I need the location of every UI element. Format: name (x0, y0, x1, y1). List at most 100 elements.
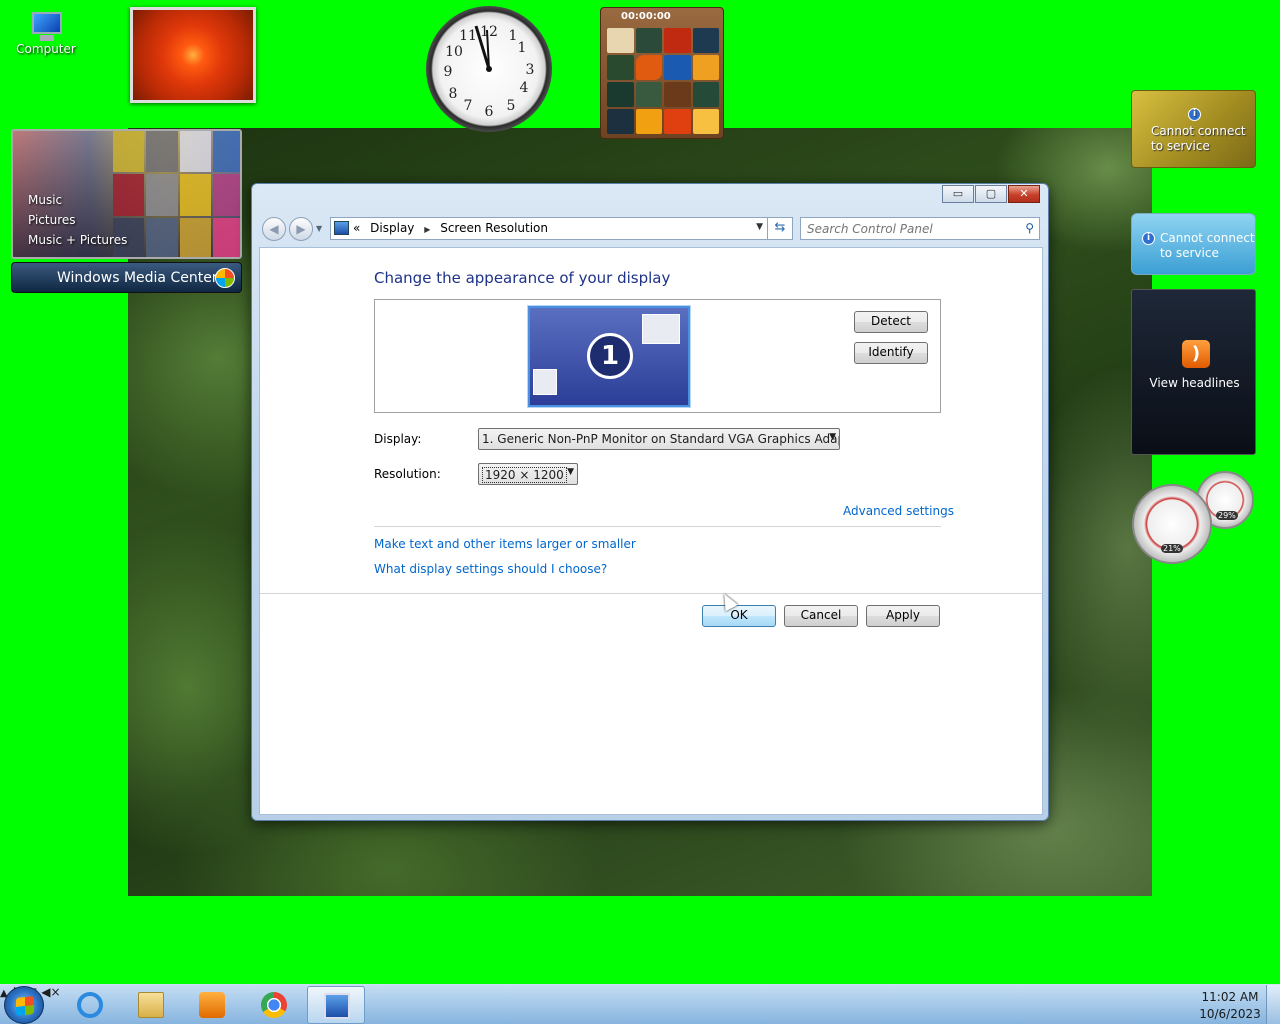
media-item-music[interactable]: Music (28, 193, 62, 207)
picture-puzzle-gadget[interactable]: 00:00:00 (600, 7, 724, 139)
windows-logo-icon (16, 996, 34, 1016)
detect-button[interactable]: Detect (854, 311, 928, 333)
tray-time: 11:02 AM (1201, 990, 1259, 1004)
close-button[interactable]: ✕ (1008, 185, 1040, 203)
clock-face-icon: 1213 456 789 1011 1 (444, 24, 535, 120)
monitor-arrangement-area: 1 Detect Identify (374, 299, 941, 413)
svg-text:8: 8 (449, 86, 458, 102)
svg-text:10: 10 (445, 44, 463, 60)
taskbar-media-player[interactable] (183, 986, 241, 1024)
windows-orb-icon (215, 268, 235, 288)
display-select-value: 1. Generic Non-PnP Monitor on Standard V… (482, 432, 840, 446)
control-panel-icon (334, 221, 349, 235)
breadcrumb-separator-icon[interactable]: ▶ (424, 225, 430, 234)
svg-text:12: 12 (480, 24, 498, 40)
currency-message-line2: to service (1160, 246, 1219, 260)
media-tiles (113, 131, 240, 257)
computer-desktop-icon[interactable]: Computer (10, 8, 82, 56)
feed-headlines-gadget[interactable]: ) View headlines (1131, 289, 1256, 455)
resolution-select-value: 1920 × 1200 (482, 467, 567, 483)
refresh-icon: ⇆ (774, 220, 786, 235)
cpu-percent: 21% (1161, 544, 1183, 553)
svg-text:5: 5 (507, 98, 516, 114)
info-icon: i (1142, 232, 1155, 245)
svg-text:9: 9 (444, 64, 453, 80)
memory-percent: 29% (1216, 511, 1238, 520)
start-button[interactable] (4, 986, 44, 1024)
media-center-gadget[interactable]: Music Pictures Music + Pictures (11, 129, 242, 259)
address-bar[interactable]: « Display ▶ Screen Resolution ▼ (330, 217, 768, 240)
ok-button[interactable]: OK (702, 605, 776, 627)
apply-button[interactable]: Apply (866, 605, 940, 627)
svg-text:11: 11 (459, 28, 477, 44)
chevron-down-icon: ▼ (829, 432, 836, 442)
svg-text:1: 1 (518, 40, 527, 56)
forward-arrow-icon: ▶ (296, 222, 306, 236)
svg-text:6: 6 (485, 104, 494, 120)
weather-gadget[interactable]: i Cannot connect to service (1131, 90, 1256, 168)
ie-icon (77, 992, 103, 1018)
text-size-link[interactable]: Make text and other items larger or smal… (374, 537, 636, 551)
advanced-settings-link[interactable]: Advanced settings (843, 504, 954, 518)
search-box[interactable]: ⚲ (800, 217, 1040, 240)
breadcrumb-display[interactable]: Display (370, 221, 414, 235)
resolution-label: Resolution: (374, 467, 441, 481)
computer-icon (26, 8, 66, 41)
control-panel-icon (324, 993, 350, 1019)
search-icon[interactable]: ⚲ (1025, 221, 1034, 235)
currency-message-line1: Cannot connect (1160, 231, 1255, 245)
display-select[interactable]: 1. Generic Non-PnP Monitor on Standard V… (478, 428, 840, 450)
search-input[interactable] (807, 219, 1017, 239)
media-center-title: Windows Media Center (57, 270, 218, 286)
monitor-1-tile[interactable]: 1 (528, 306, 690, 407)
svg-text:7: 7 (464, 98, 473, 114)
refresh-button[interactable]: ⇆ (767, 217, 793, 240)
currency-gadget[interactable]: i Cannot connect to service (1131, 213, 1256, 275)
svg-text:4: 4 (520, 80, 529, 96)
feed-label[interactable]: View headlines (1132, 376, 1257, 390)
volume-muted-icon[interactable]: ◀× (41, 985, 60, 999)
taskbar-control-panel[interactable] (307, 986, 365, 1024)
display-help-link[interactable]: What display settings should I choose? (374, 562, 607, 576)
media-center-title-bar[interactable]: Windows Media Center (11, 262, 242, 293)
maximize-button[interactable]: ▢ (975, 185, 1007, 203)
forward-button[interactable]: ▶ (289, 217, 313, 241)
chrome-icon (261, 992, 287, 1018)
show-desktop-button[interactable] (1266, 985, 1280, 1024)
back-button[interactable]: ◀ (262, 217, 286, 241)
clock-gadget[interactable]: 12 1 3 456 789 10 11 1 (426, 6, 552, 132)
breadcrumb: « Display ▶ Screen Resolution (353, 221, 554, 235)
minimize-button[interactable]: ▭ (942, 185, 974, 203)
weather-message-line2: to service (1151, 139, 1210, 153)
tray-date: 10/6/2023 (1199, 1007, 1261, 1021)
cancel-button[interactable]: Cancel (784, 605, 858, 627)
screen-resolution-window: ▭ ▢ ✕ ◀ ▶ ▼ « Display ▶ Screen Resolutio… (251, 183, 1049, 821)
monitor-window-graphic (533, 369, 557, 395)
taskbar-windows-explorer[interactable] (122, 986, 180, 1024)
weather-message-line1: Cannot connect (1151, 124, 1246, 138)
taskbar: ▲ ⚑ ▣ ◀× 11:02 AM 10/6/2023 (0, 984, 1280, 1024)
svg-text:3: 3 (526, 62, 535, 78)
taskbar-internet-explorer[interactable] (61, 986, 119, 1024)
back-arrow-icon: ◀ (269, 222, 279, 236)
puzzle-grid[interactable] (607, 28, 719, 134)
recent-pages-dropdown[interactable]: ▼ (316, 224, 322, 233)
folder-icon (138, 992, 164, 1018)
media-item-pictures[interactable]: Pictures (28, 213, 76, 227)
page-title: Change the appearance of your display (374, 269, 671, 287)
address-dropdown-icon[interactable]: ▼ (756, 222, 763, 232)
taskbar-chrome[interactable] (245, 986, 303, 1024)
divider (374, 526, 941, 527)
media-player-icon (199, 992, 225, 1018)
display-label: Display: (374, 432, 422, 446)
breadcrumb-screen-resolution[interactable]: Screen Resolution (440, 221, 548, 235)
cpu-meter-gadget[interactable]: 21% (1132, 484, 1212, 564)
monitor-number: 1 (587, 333, 633, 379)
window-controls: ▭ ▢ ✕ (941, 185, 1040, 203)
tray-clock[interactable]: 11:02 AM 10/6/2023 (1198, 989, 1262, 1023)
media-item-music-pictures[interactable]: Music + Pictures (28, 233, 127, 247)
resolution-select[interactable]: 1920 × 1200 ▼ (478, 463, 578, 485)
identify-button[interactable]: Identify (854, 342, 928, 364)
breadcrumb-overflow[interactable]: « (353, 221, 360, 235)
slideshow-gadget[interactable] (130, 7, 256, 103)
